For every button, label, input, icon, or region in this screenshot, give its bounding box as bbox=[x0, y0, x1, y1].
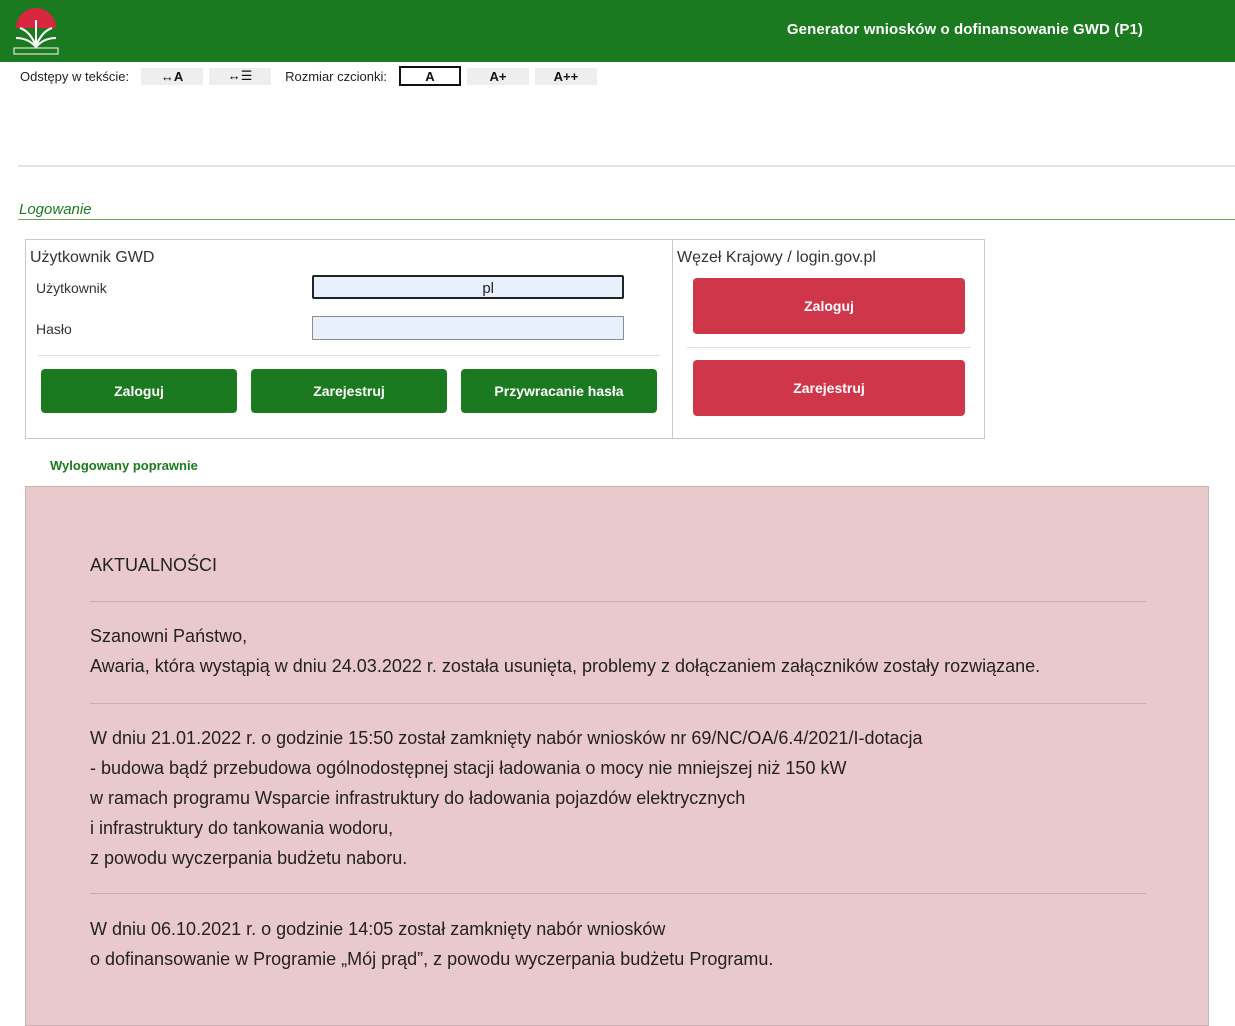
font-size-large-button[interactable]: A+ bbox=[466, 67, 529, 85]
font-size-xlarge-button[interactable]: A++ bbox=[534, 67, 597, 85]
logout-status: Wylogowany poprawnie bbox=[50, 458, 198, 473]
letter-spacing-button[interactable]: ↔A bbox=[141, 67, 204, 85]
password-input[interactable] bbox=[312, 316, 624, 340]
news-item: Szanowni Państwo, Awaria, która wystąpią… bbox=[90, 621, 1040, 681]
gwd-login-heading: Użytkownik GWD bbox=[30, 249, 155, 266]
news-panel: AKTUALNOŚCI Szanowni Państwo, Awaria, kt… bbox=[25, 486, 1209, 1026]
font-size-normal-button[interactable]: A bbox=[398, 66, 461, 86]
password-label: Hasło bbox=[36, 321, 72, 337]
news-line: w ramach programu Wsparcie infrastruktur… bbox=[90, 788, 746, 808]
news-divider bbox=[90, 703, 1146, 704]
national-node-heading: Węzeł Krajowy / login.gov.pl bbox=[677, 249, 876, 266]
national-node-register-button[interactable]: Zarejestruj bbox=[693, 360, 965, 416]
news-divider bbox=[90, 893, 1146, 894]
section-divider bbox=[18, 219, 1235, 220]
news-line: Awaria, która wystąpią w dniu 24.03.2022… bbox=[90, 656, 1041, 676]
spacing-label: Odstępy w tekście: bbox=[20, 68, 130, 84]
news-title: AKTUALNOŚCI bbox=[90, 555, 218, 575]
gwd-login-button[interactable]: Zaloguj bbox=[41, 369, 237, 413]
news-line: - budowa bądź przebudowa ogólnodostępnej… bbox=[90, 758, 847, 778]
nfosigw-logo-icon[interactable] bbox=[8, 2, 64, 58]
news-line: i infrastruktury do tankowania wodoru, bbox=[90, 818, 394, 838]
accessibility-toolbar: Odstępy w tekście: ↔A ↔☰ Rozmiar czcionk… bbox=[20, 66, 603, 86]
section-title: Logowanie bbox=[19, 201, 92, 218]
gwd-login-panel: Użytkownik GWD Użytkownik pl Hasło Zalog… bbox=[25, 239, 673, 439]
password-reset-button[interactable]: Przywracanie hasła bbox=[461, 369, 657, 413]
news-divider bbox=[90, 601, 1146, 602]
line-spacing-button[interactable]: ↔☰ bbox=[209, 67, 272, 85]
header-bar: Generator wniosków o dofinansowanie GWD … bbox=[0, 0, 1235, 62]
news-line: W dniu 06.10.2021 r. o godzinie 14:05 zo… bbox=[90, 919, 666, 939]
news-line: W dniu 21.01.2022 r. o godzinie 15:50 zo… bbox=[90, 728, 923, 748]
font-size-label: Rozmiar czcionki: bbox=[285, 68, 387, 84]
news-line: z powodu wyczerpania budżetu naboru. bbox=[90, 848, 408, 868]
news-line: o dofinansowanie w Programie „Mój prąd”,… bbox=[90, 949, 774, 969]
news-line: Szanowni Państwo, bbox=[90, 626, 248, 646]
app-title: Generator wniosków o dofinansowanie GWD … bbox=[786, 21, 1143, 38]
gwd-register-button[interactable]: Zarejestruj bbox=[251, 369, 447, 413]
divider bbox=[18, 165, 1235, 167]
news-item: W dniu 21.01.2022 r. o godzinie 15:50 zo… bbox=[90, 723, 922, 873]
national-node-panel: Węzeł Krajowy / login.gov.pl Zaloguj Zar… bbox=[672, 239, 985, 439]
username-label: Użytkownik bbox=[36, 280, 107, 296]
panel-divider bbox=[687, 347, 971, 348]
news-item: W dniu 06.10.2021 r. o godzinie 14:05 zo… bbox=[90, 914, 773, 974]
username-input[interactable]: pl bbox=[312, 275, 624, 299]
form-divider bbox=[38, 355, 660, 356]
national-node-login-button[interactable]: Zaloguj bbox=[693, 278, 965, 334]
